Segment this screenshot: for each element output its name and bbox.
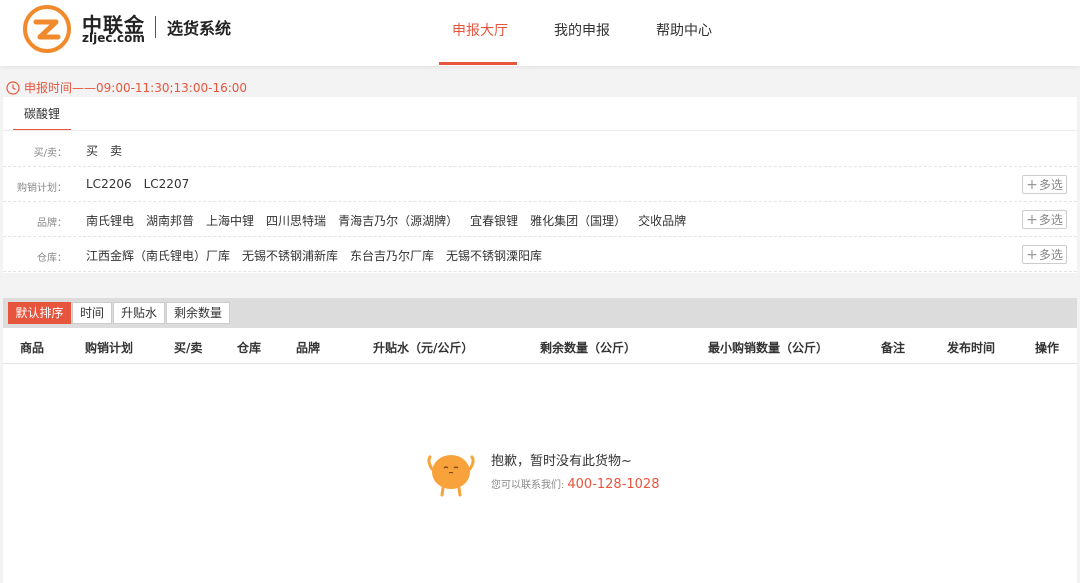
- filter-option-warehouse[interactable]: 江西金辉（南氏锂电）厂库: [86, 247, 230, 264]
- empty-contact: 您可以联系我们: 400-128-1028: [491, 476, 659, 492]
- filter-option-warehouse[interactable]: 东台吉乃尔厂库: [350, 247, 434, 264]
- tab-lithium-carbonate[interactable]: 碳酸锂: [13, 97, 71, 131]
- multi-select-button[interactable]: + 多选: [1022, 245, 1067, 264]
- multi-select-label: 多选: [1038, 248, 1063, 262]
- filter-option-buy[interactable]: 买: [86, 142, 98, 159]
- filter-option-brand[interactable]: 交收品牌: [638, 212, 686, 229]
- filter-option-brand[interactable]: 上海中锂: [206, 212, 254, 229]
- column-header: 剩余数量（公斤）: [540, 341, 637, 355]
- multi-select-label: 多选: [1038, 178, 1063, 192]
- column-header: 最小购销数量（公斤）: [708, 341, 829, 355]
- column-header: 操作: [1035, 341, 1060, 355]
- filter-label-buy-sell: 买/卖：: [33, 148, 67, 159]
- brand-divider: [155, 16, 156, 38]
- sort-remaining-button[interactable]: 剩余数量: [166, 302, 230, 324]
- filter-option-brand[interactable]: 青海吉乃尔（源湖牌）: [338, 212, 458, 229]
- brand-url: zljec.com: [82, 31, 145, 45]
- plus-icon: +: [1026, 176, 1038, 193]
- column-header: 买/卖: [174, 341, 203, 355]
- filter-option-brand[interactable]: 四川思特瑞: [266, 212, 326, 229]
- filter-row-plan: 购销计划： LC2206 LC2207 + 多选: [3, 167, 1077, 202]
- column-header: 发布时间: [947, 341, 996, 355]
- empty-message: 抱歉，暂时没有此货物~: [491, 454, 632, 469]
- column-header: 购销计划: [85, 341, 134, 355]
- nav-active-underline: [439, 62, 517, 65]
- filter-option-brand[interactable]: 南氏锂电: [86, 212, 134, 229]
- filter-row-warehouse: 仓库： 江西金辉（南氏锂电）厂库 无锡不锈钢浦新库 东台吉乃尔厂库 无锡不锈钢溧…: [3, 237, 1077, 272]
- goods-table: 商品 购销计划 买/卖 仓库 品牌 升贴水（元/公斤） 剩余数量（公斤） 最小购…: [3, 328, 1077, 583]
- nav-declare-hall[interactable]: 申报大厅: [452, 20, 508, 40]
- table-header: 商品 购销计划 买/卖 仓库 品牌 升贴水（元/公斤） 剩余数量（公斤） 最小购…: [3, 328, 1077, 364]
- sort-premium-button[interactable]: 升贴水: [113, 302, 165, 324]
- sort-time-button[interactable]: 时间: [72, 302, 112, 324]
- multi-select-button[interactable]: + 多选: [1022, 175, 1067, 194]
- plus-icon: +: [1026, 211, 1038, 228]
- filter-option-sell[interactable]: 卖: [110, 142, 122, 159]
- column-header: 升贴水（元/公斤）: [373, 341, 474, 355]
- column-header: 备注: [881, 341, 906, 355]
- nav-help-center[interactable]: 帮助中心: [656, 20, 712, 40]
- filter-option-brand[interactable]: 湖南邦普: [146, 212, 194, 229]
- column-header: 品牌: [296, 341, 321, 355]
- filter-label-warehouse: 仓库：: [37, 253, 67, 264]
- column-header: 仓库: [237, 341, 262, 355]
- multi-select-label: 多选: [1038, 213, 1063, 227]
- mascot-icon: [426, 449, 476, 500]
- contact-label: 您可以联系我们:: [491, 480, 565, 491]
- declare-time-text: 申报时间——09:00-11:30;13:00-16:00: [24, 81, 248, 95]
- filter-option-warehouse[interactable]: 无锡不锈钢溧阳库: [446, 247, 542, 264]
- filter-row-buy-sell: 买/卖： 买 卖: [3, 132, 1077, 167]
- filter-option-plan[interactable]: LC2206: [86, 177, 132, 191]
- sort-default-button[interactable]: 默认排序: [8, 302, 71, 324]
- filter-panel: 碳酸锂 买/卖： 买 卖 购销计划： LC2206 LC2207 + 多选 品牌：…: [3, 97, 1077, 273]
- logo[interactable]: [22, 4, 72, 54]
- filter-option-plan[interactable]: LC2207: [144, 177, 190, 191]
- contact-phone[interactable]: 400-128-1028: [567, 477, 659, 492]
- plus-icon: +: [1026, 246, 1038, 263]
- sort-bar: 默认排序 时间 升贴水 剩余数量: [3, 298, 1077, 328]
- clock-icon: [6, 80, 20, 95]
- header: 中联金 zljec.com 选货系统 申报大厅 我的申报 帮助中心: [0, 0, 1080, 66]
- nav-my-declare[interactable]: 我的申报: [554, 20, 610, 40]
- multi-select-button[interactable]: + 多选: [1022, 210, 1067, 229]
- filter-option-brand[interactable]: 宜春银锂: [470, 212, 518, 229]
- filter-option-warehouse[interactable]: 无锡不锈钢浦新库: [242, 247, 338, 264]
- tab-divider: [3, 130, 1077, 131]
- system-title: 选货系统: [167, 19, 232, 38]
- filter-option-brand[interactable]: 雅化集团（国理）: [530, 212, 626, 229]
- declare-time-notice: 申报时间——09:00-11:30;13:00-16:00: [6, 79, 247, 96]
- filter-label-brand: 品牌：: [37, 218, 67, 229]
- filter-row-brand: 品牌： 南氏锂电 湖南邦普 上海中锂 四川思特瑞 青海吉乃尔（源湖牌） 宜春银锂…: [3, 202, 1077, 237]
- filter-label-plan: 购销计划：: [17, 183, 67, 194]
- column-header: 商品: [20, 341, 45, 355]
